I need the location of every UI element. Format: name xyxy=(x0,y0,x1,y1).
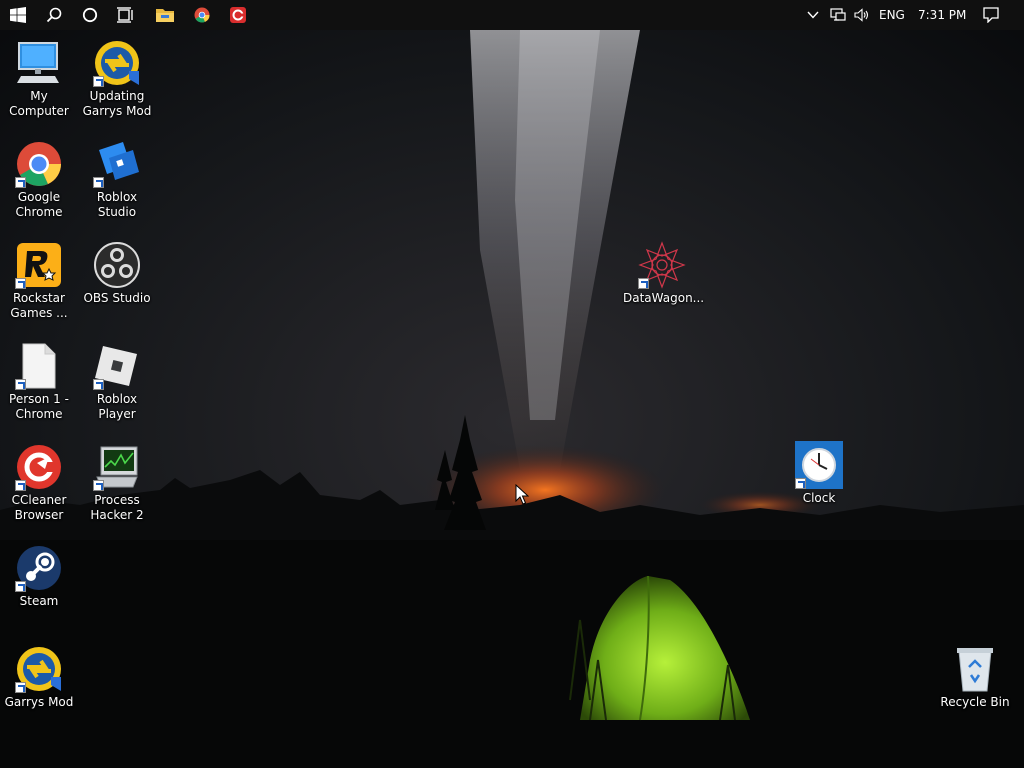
desktop-icon-label: My Computer xyxy=(9,89,69,118)
chrome-icon xyxy=(15,140,63,188)
datawagon-icon xyxy=(638,241,686,289)
obs-icon xyxy=(93,241,141,289)
garrys-mod-icon xyxy=(93,39,141,87)
clock-time[interactable]: 7:31 PM xyxy=(918,0,966,30)
desktop-icon-updating-garrys-mod[interactable]: Updating Garrys Mod xyxy=(78,39,156,119)
desktop-icon-roblox-studio[interactable]: Roblox Studio xyxy=(78,140,156,220)
desktop-icon-label: Person 1 - Chrome xyxy=(9,392,69,421)
network-icon[interactable] xyxy=(826,0,850,30)
mouse-cursor-icon xyxy=(515,484,529,505)
language-indicator[interactable]: ENG xyxy=(879,0,905,30)
action-center-icon[interactable] xyxy=(974,0,1008,30)
desktop-icon-rockstar-games[interactable]: Rockstar Games ... xyxy=(0,241,78,321)
desktop-icon-person-1-chrome[interactable]: Person 1 - Chrome xyxy=(0,342,78,422)
desktop-icon-label: Roblox Studio xyxy=(96,190,138,219)
cortana-icon[interactable] xyxy=(72,0,108,30)
desktop-icon-obs-studio[interactable]: OBS Studio xyxy=(78,241,156,306)
shortcut-arrow-icon xyxy=(15,278,26,289)
roblox-player-icon xyxy=(93,342,141,390)
desktop-icon-label: Process Hacker 2 xyxy=(90,493,144,522)
desktop-icon-label: OBS Studio xyxy=(83,291,151,305)
task-view-icon[interactable] xyxy=(108,0,144,30)
desktop-icon-label: Rockstar Games ... xyxy=(10,291,68,320)
roblox-studio-icon xyxy=(93,140,141,188)
process-hacker-icon xyxy=(93,443,141,491)
garrys-mod-icon xyxy=(15,645,63,693)
desktop-icon-roblox-player[interactable]: Roblox Player xyxy=(78,342,156,422)
chevron-up-icon[interactable] xyxy=(800,0,826,30)
desktop-icon-label: Garrys Mod xyxy=(4,695,74,709)
clock-icon xyxy=(795,441,843,489)
shortcut-arrow-icon xyxy=(15,480,26,491)
desktop-icon-process-hacker-2[interactable]: Process Hacker 2 xyxy=(78,443,156,523)
desktop-icon-label: Steam xyxy=(19,594,59,608)
shortcut-arrow-icon xyxy=(15,682,26,693)
desktop-icon-label: DataWagon... xyxy=(623,291,705,305)
desktop-icon-label: Roblox Player xyxy=(96,392,138,421)
ccleaner-browser-icon[interactable] xyxy=(220,0,256,30)
shortcut-arrow-icon xyxy=(638,278,649,289)
file-explorer-icon[interactable] xyxy=(147,0,183,30)
desktop-icon-label: Google Chrome xyxy=(15,190,63,219)
desktop-icon-label: Updating Garrys Mod xyxy=(82,89,152,118)
rockstar-icon xyxy=(15,241,63,289)
desktop-icon-recycle-bin[interactable]: Recycle Bin xyxy=(936,645,1014,710)
shortcut-arrow-icon xyxy=(93,76,104,87)
taskbar: ENG 7:31 PM xyxy=(0,0,1024,30)
desktop-icon-garrys-mod[interactable]: Garrys Mod xyxy=(0,645,78,710)
desktop-icon-clock[interactable]: Clock xyxy=(780,441,858,506)
desktop-icon-my-computer[interactable]: My Computer xyxy=(0,39,78,119)
chrome-icon[interactable] xyxy=(184,0,220,30)
shortcut-arrow-icon xyxy=(93,177,104,188)
shortcut-arrow-icon xyxy=(15,177,26,188)
desktop-icon-label: Recycle Bin xyxy=(940,695,1010,709)
volume-icon[interactable] xyxy=(850,0,874,30)
desktop-icon-steam[interactable]: Steam xyxy=(0,544,78,609)
desktop-icon-ccleaner-browser[interactable]: CCleaner Browser xyxy=(0,443,78,523)
desktop-icon-google-chrome[interactable]: Google Chrome xyxy=(0,140,78,220)
recycle-bin-icon xyxy=(951,645,999,693)
shortcut-arrow-icon xyxy=(93,379,104,390)
desktop-icon-datawagon[interactable]: DataWagon... xyxy=(623,241,705,306)
desktop-icon-label: CCleaner Browser xyxy=(11,493,67,522)
shortcut-arrow-icon xyxy=(93,480,104,491)
shortcut-arrow-icon xyxy=(15,379,26,390)
desktop-icon-label: Clock xyxy=(802,491,836,505)
computer-icon xyxy=(15,39,63,87)
steam-icon xyxy=(15,544,63,592)
shortcut-arrow-icon xyxy=(795,478,806,489)
ccleaner-icon xyxy=(15,443,63,491)
shortcut-arrow-icon xyxy=(15,581,26,592)
start-button-icon[interactable] xyxy=(0,0,36,30)
document-icon xyxy=(15,342,63,390)
search-icon[interactable] xyxy=(36,0,72,30)
